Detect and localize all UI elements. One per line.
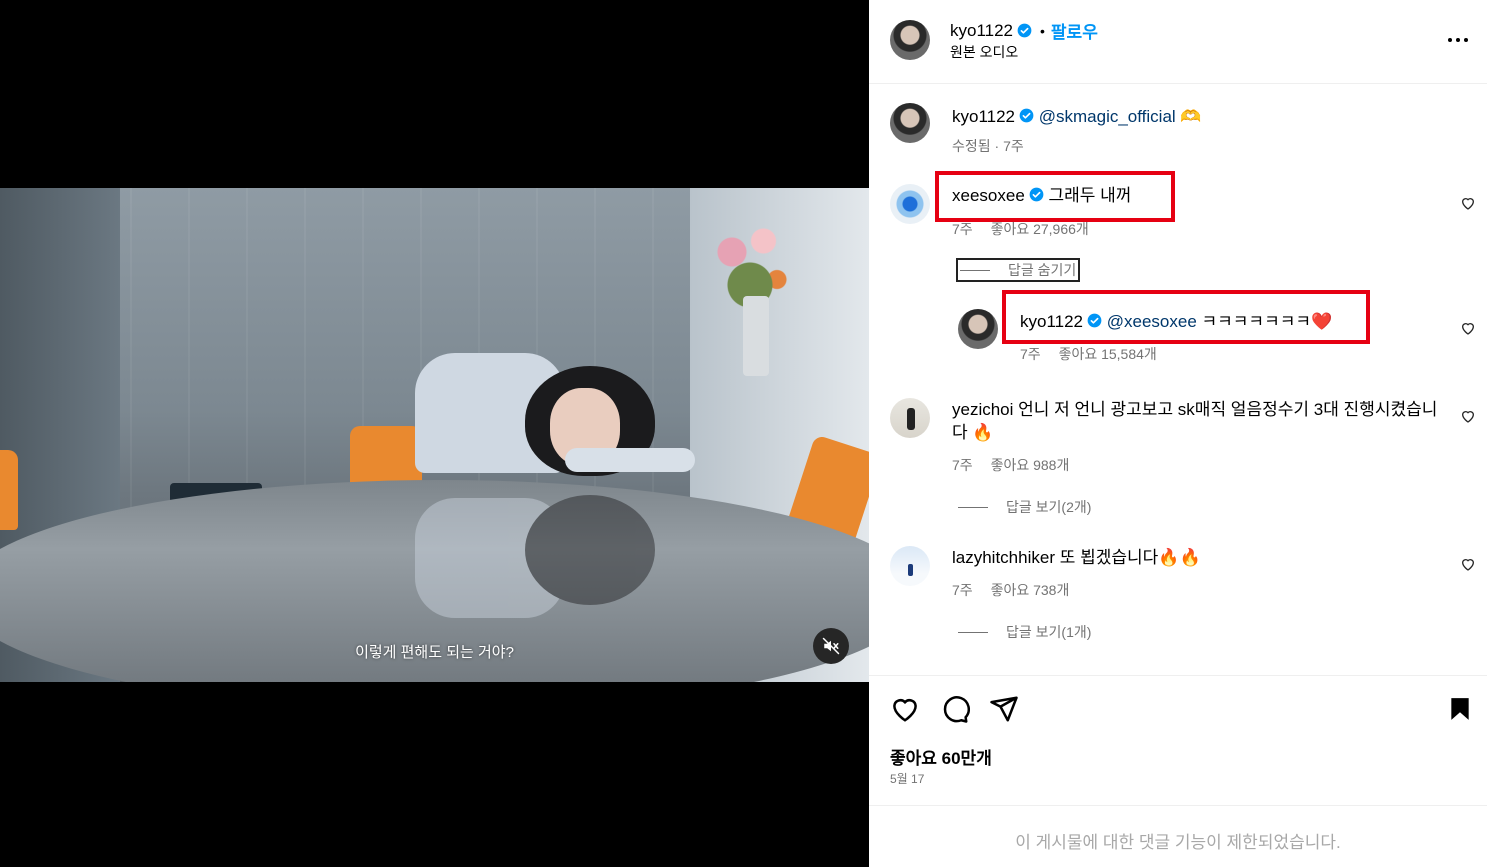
avatar[interactable] (890, 20, 930, 60)
divider (869, 675, 1487, 676)
avatar[interactable] (890, 103, 930, 143)
comment-meta: 7주 좋아요 738개 (952, 580, 1083, 600)
comment: lazyhitchhiker 또 뵙겠습니다🔥🔥 (952, 546, 1201, 569)
comment-likes[interactable]: 좋아요 988개 (991, 457, 1070, 473)
avatar[interactable] (890, 184, 930, 224)
follow-button[interactable]: 팔로우 (1051, 18, 1098, 43)
verified-icon (1019, 108, 1034, 123)
comment-meta: 7주 좋아요 27,966개 (952, 219, 1103, 239)
divider (869, 805, 1487, 806)
verified-icon (1029, 187, 1044, 202)
replies-toggle-label: 답글 숨기기 (1008, 262, 1077, 278)
avatar[interactable] (958, 309, 998, 349)
post-header: kyo1122 • 팔로우 (950, 18, 1098, 43)
post-date: 5월 17 (890, 772, 925, 786)
comment-likes[interactable]: 좋아요 738개 (991, 582, 1070, 598)
comment-likes[interactable]: 좋아요 27,966개 (991, 221, 1089, 237)
comment-time: 7주 (952, 582, 973, 598)
share-icon[interactable] (989, 694, 1019, 724)
heart-icon[interactable] (890, 694, 920, 724)
reply-mention[interactable]: @xeesoxee (1107, 312, 1197, 331)
view-replies-button[interactable]: 답글 보기(2개) (958, 497, 1091, 517)
heart-icon[interactable] (1460, 556, 1476, 572)
comment-icon[interactable] (940, 694, 970, 724)
reply-likes[interactable]: 좋아요 15,584개 (1059, 346, 1157, 362)
replies-toggle-label: 답글 보기(2개) (1006, 499, 1092, 515)
scene-vase (743, 296, 769, 376)
heart-icon[interactable] (1460, 320, 1476, 336)
instagram-post: 이렇게 편해도 되는 거야? kyo1122 • 팔로우 원본 오디오 kyo1… (0, 0, 1487, 867)
divider (869, 83, 1487, 84)
comment-text: 또 뵙겠습니다🔥🔥 (1059, 548, 1201, 567)
caption-meta: 수정됨 · 7주 (952, 138, 1024, 154)
avatar[interactable] (890, 546, 930, 586)
reply-time: 7주 (1020, 346, 1041, 362)
heart-icon[interactable] (1460, 408, 1476, 424)
comment: xeesoxee 그래두 내꺼 (952, 184, 1131, 207)
comment: yezichoi 언니 저 언니 광고보고 sk매직 얼음정수기 3대 진행시켰… (952, 398, 1442, 444)
caption-username[interactable]: kyo1122 (952, 107, 1015, 126)
separator-dot: • (1040, 22, 1045, 39)
reply-meta: 7주 좋아요 15,584개 (1020, 344, 1171, 364)
video-pane[interactable]: 이렇게 편해도 되는 거야? (0, 0, 869, 867)
video-frame[interactable]: 이렇게 편해도 되는 거야? (0, 188, 869, 682)
heart-icon[interactable] (1460, 195, 1476, 211)
video-subtitle: 이렇게 편해도 되는 거야? (355, 644, 514, 661)
avatar[interactable] (890, 398, 930, 438)
hide-replies-button[interactable]: 답글 숨기기 (956, 258, 1081, 282)
comments-disabled-notice: 이 게시물에 대한 댓글 기능이 제한되었습니다. (1015, 833, 1341, 852)
divider (958, 631, 988, 633)
replies-toggle-label: 답글 보기(1개) (1006, 624, 1092, 640)
likes-count[interactable]: 좋아요 60만개 (890, 744, 992, 769)
divider (960, 269, 990, 271)
reply-text: ㅋㅋㅋㅋㅋㅋㅋ❤️ (1201, 312, 1333, 331)
audio-label[interactable]: 원본 오디오 (950, 42, 1018, 62)
comment-username[interactable]: yezichoi (952, 400, 1013, 419)
post-panel: kyo1122 • 팔로우 원본 오디오 kyo1122 @skmagic_of… (869, 0, 1487, 867)
mute-button[interactable] (813, 628, 849, 664)
comment-time: 7주 (952, 457, 973, 473)
more-options-button[interactable] (1447, 30, 1469, 50)
reply: kyo1122 @xeesoxee ㅋㅋㅋㅋㅋㅋㅋ❤️ (1020, 310, 1332, 333)
scene-chair (0, 450, 18, 530)
header-username[interactable]: kyo1122 (950, 21, 1013, 41)
verified-icon (1017, 23, 1032, 38)
more-options-icon (1448, 38, 1468, 42)
speaker-muted-icon (822, 637, 840, 655)
divider (958, 506, 988, 508)
comment-text: 그래두 내꺼 (1048, 186, 1132, 205)
bookmark-icon[interactable] (1447, 694, 1473, 724)
scene-reflection (415, 493, 695, 623)
comment-username[interactable]: lazyhitchhiker (952, 548, 1055, 567)
reply-username[interactable]: kyo1122 (1020, 312, 1083, 331)
comment-time: 7주 (952, 221, 973, 237)
view-replies-button[interactable]: 답글 보기(1개) (958, 622, 1091, 642)
scene-person (415, 348, 695, 488)
verified-icon (1087, 313, 1102, 328)
comment-username[interactable]: xeesoxee (952, 186, 1025, 205)
caption-text[interactable]: @skmagic_official 🫶 (1039, 107, 1202, 126)
comment-text: 언니 저 언니 광고보고 sk매직 얼음정수기 3대 진행시켰습니다 🔥 (952, 400, 1438, 442)
caption: kyo1122 @skmagic_official 🫶 (952, 105, 1202, 128)
comment-meta: 7주 좋아요 988개 (952, 455, 1083, 475)
